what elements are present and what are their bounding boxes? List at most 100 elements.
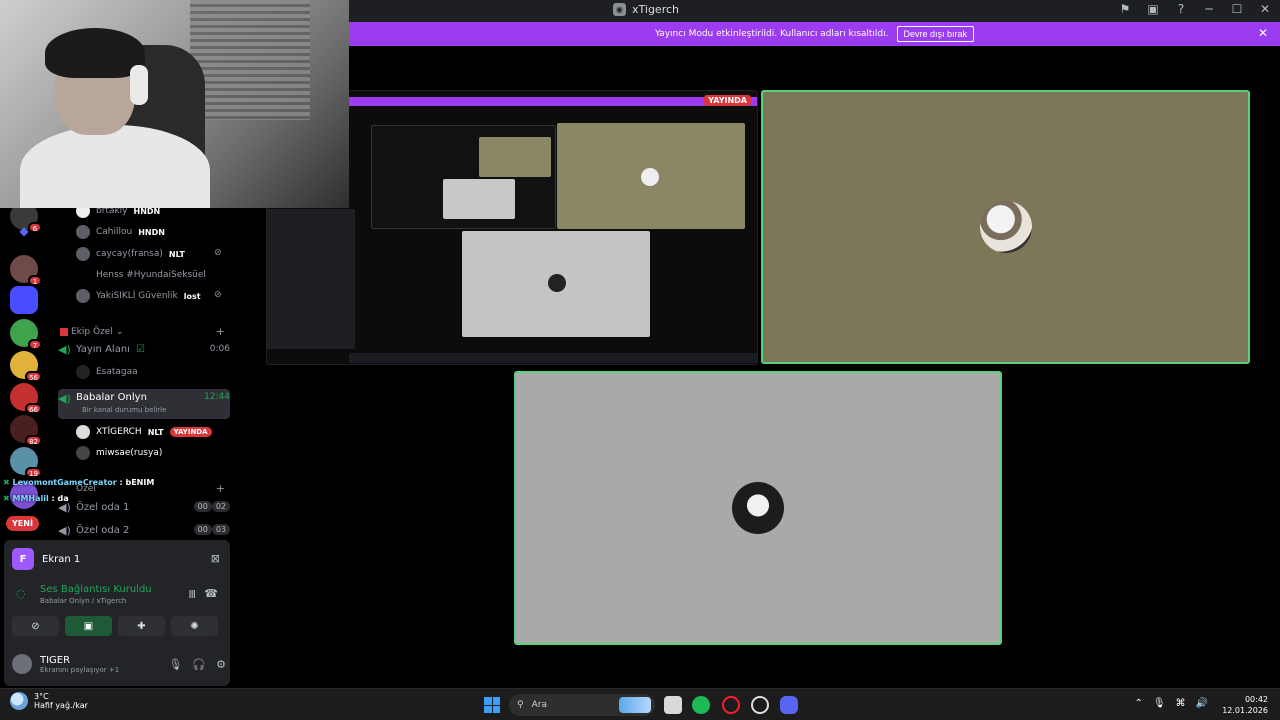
member-row[interactable]: YakiSIKLİ Güvenlik lost — [76, 287, 201, 305]
chevron-down-icon: ⌄ — [115, 326, 124, 337]
taskbar-search[interactable]: ⚲ Ara — [509, 694, 655, 716]
chat-user: LevomontGameCreator — [12, 478, 117, 487]
channel-status[interactable]: Bir kanal durumu belirle — [82, 406, 166, 414]
member-name: YakiSIKLİ Güvenlik — [96, 291, 178, 301]
server-icon[interactable]: 19 — [10, 447, 42, 478]
server-icon[interactable]: 1 — [10, 255, 42, 286]
miwsae-avatar — [732, 482, 784, 534]
voice-controls: ⊘ ▣ ✚ ✺ — [12, 616, 218, 636]
avatar[interactable] — [12, 654, 32, 674]
soundboard-button[interactable]: ✺ — [171, 616, 218, 636]
channel-timer: 12:44 — [204, 392, 230, 402]
volume-icon[interactable]: 🔊 — [1196, 698, 1208, 709]
screen-share-button[interactable]: ▣ — [65, 616, 112, 636]
mention-badge: 66 — [25, 403, 42, 414]
voice-channel-babalar-onlyn[interactable]: ◀) Babalar Onlyn 12:44 Bir kanal durumu … — [58, 389, 230, 419]
activities-button[interactable]: ✚ — [118, 616, 165, 636]
voice-status: ◌ Ses Bağlantısı Kuruldu Babalar Onlyn /… — [12, 584, 222, 605]
live-badge: YAYINDA — [704, 95, 751, 106]
mention-badge: 56 — [25, 371, 42, 382]
screen-name: Ekran 1 — [42, 553, 81, 565]
task-view-icon[interactable] — [664, 696, 682, 714]
check-icon: ☑ — [135, 343, 145, 355]
member-name: XTİGERCH — [96, 427, 142, 437]
participant-tile-tiger[interactable] — [761, 90, 1250, 364]
member-row[interactable]: XTİGERCH NLT YAYINDA — [76, 423, 212, 441]
server-icon[interactable]: ◆ — [10, 224, 38, 252]
system-tray: ⌃ 🎙 ⌘ 🔊 — [1134, 698, 1208, 709]
server-icon[interactable] — [10, 286, 38, 314]
close-button[interactable]: ✕ — [1258, 2, 1272, 16]
settings-gear-icon[interactable]: ⚙ — [216, 658, 226, 671]
signal-icon[interactable]: ◌ — [16, 587, 26, 600]
member-tag: NLT — [168, 249, 185, 259]
avatar — [76, 425, 90, 439]
banner-close-icon[interactable]: ✕ — [1258, 26, 1268, 40]
noise-suppression-icon[interactable]: Ⅲ — [188, 588, 196, 601]
channel-sidebar: brtakly HNDN Cahillou HNDN caycay(fransa… — [46, 204, 236, 541]
server-icon[interactable]: 56 — [10, 351, 42, 382]
clock[interactable]: 00:42 12.01.2026 — [1222, 694, 1268, 716]
disconnect-icon[interactable]: ☎ — [204, 587, 218, 600]
avatar — [76, 247, 90, 261]
member-name: Esatagaa — [96, 367, 138, 377]
voice-channel-yayin-alani[interactable]: ◀) Yayın Alanı ☑ 0:06 — [58, 338, 230, 360]
discord-icon[interactable] — [780, 696, 798, 714]
deafened-icon: ⊘ — [214, 248, 222, 258]
new-badge[interactable]: YENİ — [6, 516, 39, 531]
mention-badge: 82 — [25, 435, 42, 446]
avatar — [76, 268, 90, 282]
channel-timer: 0:06 — [209, 344, 230, 354]
weather-widget[interactable]: 3°C Hafif yağ./kar — [10, 692, 88, 710]
chevron-up-icon[interactable]: ⌃ — [1134, 698, 1142, 709]
headset — [130, 65, 148, 105]
camera-off-button[interactable]: ⊘ — [12, 616, 59, 636]
maximize-button[interactable]: ☐ — [1230, 2, 1244, 16]
nested-banner — [349, 97, 757, 106]
server-icon[interactable]: 82 — [10, 415, 42, 446]
network-icon[interactable]: ⌘ — [1176, 698, 1186, 709]
avatar — [76, 365, 90, 379]
microphone-icon[interactable]: 🎙 — [1153, 698, 1166, 709]
window-blinds — [190, 0, 310, 120]
disable-streamer-mode-button[interactable]: Devre dışı bırak — [896, 26, 975, 42]
member-row[interactable]: Henss #HyundaiSeksüel — [76, 266, 206, 284]
tiger-avatar — [979, 201, 1032, 253]
microphone-icon[interactable]: 🎙 — [168, 658, 182, 671]
category-ekip-ozel[interactable]: Ekip Özel ⌄ + — [60, 325, 225, 338]
obs-icon[interactable] — [751, 696, 769, 714]
member-row[interactable]: Esatagaa — [76, 363, 138, 381]
member-tag: lost — [183, 291, 201, 301]
member-row[interactable]: caycay(fransa) NLT — [76, 245, 185, 263]
windows-taskbar: 3°C Hafif yağ./kar ⚲ Ara ⌃ 🎙 ⌘ 🔊 00:42 1… — [0, 688, 1280, 720]
member-row[interactable]: Cahillou HNDN — [76, 223, 165, 241]
weather-icon — [10, 692, 28, 710]
headphones-icon[interactable]: 🎧 — [192, 658, 206, 671]
start-button[interactable] — [484, 697, 500, 713]
participant-tile-miwsae[interactable] — [514, 371, 1002, 645]
live-badge: YAYINDA — [169, 427, 212, 437]
inbox-icon[interactable]: ▣ — [1146, 2, 1160, 16]
mention-badge: 19 — [25, 467, 42, 478]
help-icon[interactable]: ? — [1174, 2, 1188, 16]
search-icon: ⚲ — [517, 700, 524, 710]
voice-channel-ozel-oda-1[interactable]: ◀) Özel oda 1 00 02 — [58, 496, 230, 518]
search-placeholder: Ara — [531, 700, 547, 710]
member-tag: NLT — [147, 427, 164, 437]
add-channel-icon[interactable]: + — [216, 325, 225, 338]
stop-stream-icon[interactable]: ⊠ — [211, 552, 220, 565]
add-channel-icon[interactable]: + — [216, 482, 225, 495]
flag-icon[interactable]: ⚑ — [1118, 2, 1132, 16]
member-name: Cahillou — [96, 227, 133, 237]
screen: ◉ xTigerch ⚑ ▣ ? ─ ☐ ✕ Yayıncı Modu etki… — [0, 0, 1280, 720]
server-icon[interactable]: 7 — [10, 319, 42, 350]
minimize-button[interactable]: ─ — [1202, 2, 1216, 16]
server-icon[interactable]: 66 — [10, 383, 42, 414]
opera-icon[interactable] — [722, 696, 740, 714]
voice-channel-ozel-oda-2[interactable]: ◀) Özel oda 2 00 03 — [58, 519, 230, 541]
nested-taskbar — [349, 353, 757, 363]
user-info[interactable]: TIGER Ekranını paylaşıyor +1 — [40, 655, 119, 674]
member-row[interactable]: miwsae(rusya) — [76, 444, 162, 462]
spotify-icon[interactable] — [692, 696, 710, 714]
speaker-icon: ◀) — [58, 523, 71, 537]
